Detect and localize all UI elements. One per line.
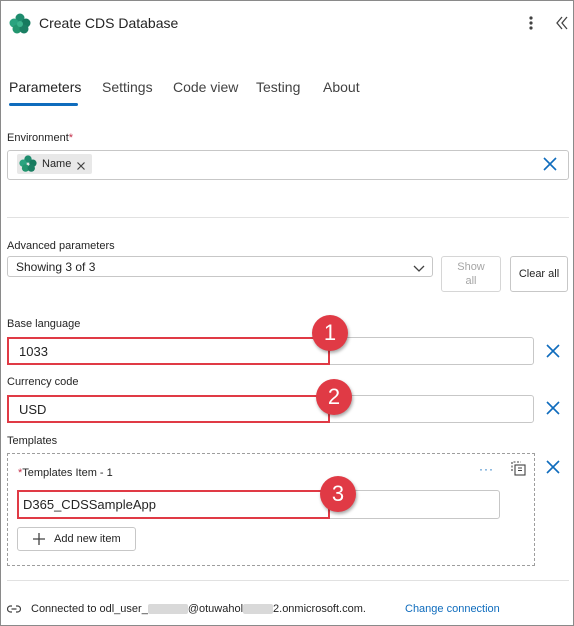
- tab-settings[interactable]: Settings: [102, 79, 153, 95]
- base-language-label: Base language: [7, 318, 81, 330]
- connector-logo-icon: [9, 13, 31, 35]
- collapse-panel-icon[interactable]: [555, 15, 569, 31]
- environment-token-label: Name: [42, 158, 72, 170]
- redacted-text: [243, 604, 274, 615]
- environment-logo-icon: [19, 155, 37, 173]
- show-all-button[interactable]: Show all: [441, 256, 501, 292]
- tab-code-view[interactable]: Code view: [173, 79, 238, 95]
- copy-item-icon[interactable]: [510, 460, 527, 477]
- callout-badge-3: 3: [320, 476, 356, 512]
- callout-highlight-2: [7, 395, 330, 423]
- clear-all-label: Clear all: [518, 268, 560, 280]
- show-all-label: Show all: [457, 261, 485, 287]
- add-new-item-label: Add new item: [54, 533, 121, 545]
- base-language-value: 1033: [19, 344, 48, 359]
- tab-about[interactable]: About: [323, 79, 360, 95]
- plus-icon: [32, 532, 46, 546]
- advanced-parameters-label: Advanced parameters: [7, 240, 115, 252]
- section-divider: [7, 217, 569, 218]
- panel-title: Create CDS Database: [39, 15, 179, 31]
- clear-all-button[interactable]: Clear all: [510, 256, 568, 292]
- chevron-down-icon: [413, 261, 425, 272]
- templates-label: Templates: [7, 435, 58, 447]
- required-mark: *: [68, 132, 74, 144]
- callout-highlight-1: [7, 337, 330, 365]
- redacted-text: [147, 604, 188, 615]
- connection-status: Connected to odl_user_ @otuwahol 2.onmicro…: [31, 603, 366, 615]
- add-new-item-button[interactable]: Add new item: [17, 527, 136, 551]
- advanced-parameters-value: Showing 3 of 3: [16, 260, 96, 274]
- templates-item-value: D365_CDSSampleApp: [23, 497, 156, 512]
- change-connection-link[interactable]: Change connection: [405, 603, 500, 615]
- currency-code-label: Currency code: [7, 376, 79, 388]
- clear-environment-icon[interactable]: [541, 155, 559, 173]
- connection-icon: [6, 602, 22, 614]
- callout-badge-2: 2: [316, 379, 352, 415]
- tab-parameters[interactable]: Parameters: [9, 79, 81, 95]
- remove-templates-icon[interactable]: [544, 458, 562, 476]
- callout-badge-1: 1: [312, 315, 348, 351]
- templates-item-more-button[interactable]: ···: [479, 462, 494, 476]
- footer-divider: [7, 580, 569, 581]
- environment-label: Environment*: [7, 132, 74, 144]
- remove-currency-code-icon[interactable]: [544, 399, 562, 417]
- more-options-icon[interactable]: [526, 14, 536, 32]
- active-tab-indicator: [9, 103, 78, 106]
- remove-base-language-icon[interactable]: [544, 342, 562, 360]
- currency-code-value: USD: [19, 402, 47, 417]
- tab-testing[interactable]: Testing: [256, 79, 300, 95]
- remove-token-icon[interactable]: [76, 158, 86, 170]
- templates-item-label: *Templates Item - 1: [18, 467, 113, 479]
